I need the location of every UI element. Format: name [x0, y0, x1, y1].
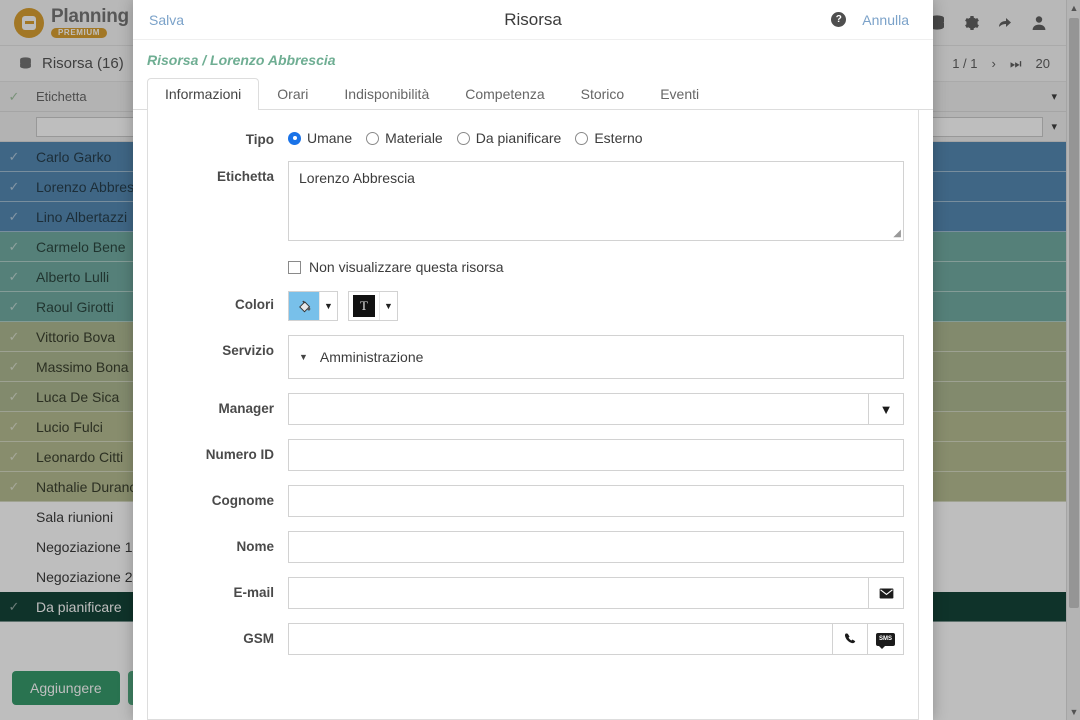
row-hide-resource: Non visualizzare questa risorsa [148, 255, 918, 275]
text-color-icon: T [353, 295, 375, 317]
text-color-swatch[interactable]: T [349, 292, 379, 320]
etichetta-value: Lorenzo Abbrescia [299, 170, 415, 186]
fill-color-button[interactable]: ▼ [288, 291, 338, 321]
label-numero-id: Numero ID [148, 439, 288, 462]
modal-title: Risorsa [133, 10, 933, 30]
radio-tipo-esterno[interactable]: Esterno [575, 130, 642, 146]
row-email: E-mail [148, 577, 918, 609]
radio-tipo-umane[interactable]: Umane [288, 130, 352, 146]
cancel-link[interactable]: Annulla [846, 12, 925, 28]
manager-input[interactable] [288, 393, 868, 425]
tree-collapse-caret-icon[interactable]: ▼ [299, 352, 308, 362]
label-hide-resource-spacer [148, 255, 288, 263]
row-tipo: Tipo Umane Materiale Da pianificare Esterno [148, 124, 918, 147]
row-servizio: Servizio ▼ Amministrazione [148, 335, 918, 379]
hide-resource-label: Non visualizzare questa risorsa [309, 259, 504, 275]
numero-id-input[interactable] [288, 439, 904, 471]
radio-label: Umane [307, 130, 352, 146]
radio-dot[interactable] [366, 132, 379, 145]
radio-tipo-materiale[interactable]: Materiale [366, 130, 443, 146]
row-colori: Colori ▼ T ▼ [148, 289, 918, 321]
fill-color-caret-icon[interactable]: ▼ [319, 292, 337, 320]
label-colori: Colori [148, 289, 288, 312]
tipo-radio-group: Umane Materiale Da pianificare Esterno [288, 124, 904, 146]
radio-tipo-da-pianificare[interactable]: Da pianificare [457, 130, 562, 146]
cognome-input[interactable] [288, 485, 904, 517]
paint-bucket-icon [293, 295, 315, 317]
help-icon[interactable]: ? [831, 12, 846, 27]
hide-resource-checkbox[interactable] [288, 261, 301, 274]
tab-indisponibilit-[interactable]: Indisponibilità [326, 78, 447, 110]
tab-informazioni[interactable]: Informazioni [147, 78, 259, 110]
text-color-button[interactable]: T ▼ [348, 291, 398, 321]
row-cognome: Cognome [148, 485, 918, 517]
servizio-value: Amministrazione [320, 349, 423, 365]
servizio-select[interactable]: ▼ Amministrazione [288, 335, 904, 379]
tab-storico[interactable]: Storico [563, 78, 643, 110]
email-input[interactable] [288, 577, 868, 609]
phone-icon[interactable] [832, 623, 868, 655]
radio-label: Da pianificare [476, 130, 562, 146]
radio-dot[interactable] [575, 132, 588, 145]
label-servizio: Servizio [148, 335, 288, 358]
tab-orari[interactable]: Orari [259, 78, 326, 110]
radio-label: Materiale [385, 130, 443, 146]
label-etichetta: Etichetta [148, 161, 288, 184]
informazioni-panel: Tipo Umane Materiale Da pianificare Esterno… [147, 110, 919, 720]
sms-icon[interactable]: SMS [868, 623, 904, 655]
label-email: E-mail [148, 577, 288, 600]
modal-header: Salva Risorsa ? Annulla [133, 0, 933, 40]
radio-dot[interactable] [288, 132, 301, 145]
label-nome: Nome [148, 531, 288, 554]
row-numero-id: Numero ID [148, 439, 918, 471]
modal-tabs: InformazioniOrariIndisponibilitàCompeten… [133, 78, 933, 110]
envelope-icon[interactable] [868, 577, 904, 609]
label-tipo: Tipo [148, 124, 288, 147]
gsm-input[interactable] [288, 623, 832, 655]
label-cognome: Cognome [148, 485, 288, 508]
tab-competenza[interactable]: Competenza [447, 78, 562, 110]
resize-grip-icon[interactable]: ◢ [893, 229, 901, 239]
row-nome: Nome [148, 531, 918, 563]
nome-input[interactable] [288, 531, 904, 563]
tab-eventi[interactable]: Eventi [642, 78, 717, 110]
breadcrumb: Risorsa / Lorenzo Abbrescia [133, 40, 933, 78]
manager-dropdown-caret-icon[interactable]: ▼ [868, 393, 904, 425]
row-manager: Manager ▼ [148, 393, 918, 425]
radio-dot[interactable] [457, 132, 470, 145]
row-etichetta: Etichetta Lorenzo Abbrescia ◢ [148, 161, 918, 241]
etichetta-textarea[interactable]: Lorenzo Abbrescia ◢ [288, 161, 904, 241]
resource-modal: Salva Risorsa ? Annulla Risorsa / Lorenz… [133, 0, 933, 720]
label-gsm: GSM [148, 623, 288, 646]
radio-label: Esterno [594, 130, 642, 146]
label-manager: Manager [148, 393, 288, 416]
fill-color-swatch[interactable] [289, 292, 319, 320]
text-color-caret-icon[interactable]: ▼ [379, 292, 397, 320]
row-gsm: GSM SMS [148, 623, 918, 655]
